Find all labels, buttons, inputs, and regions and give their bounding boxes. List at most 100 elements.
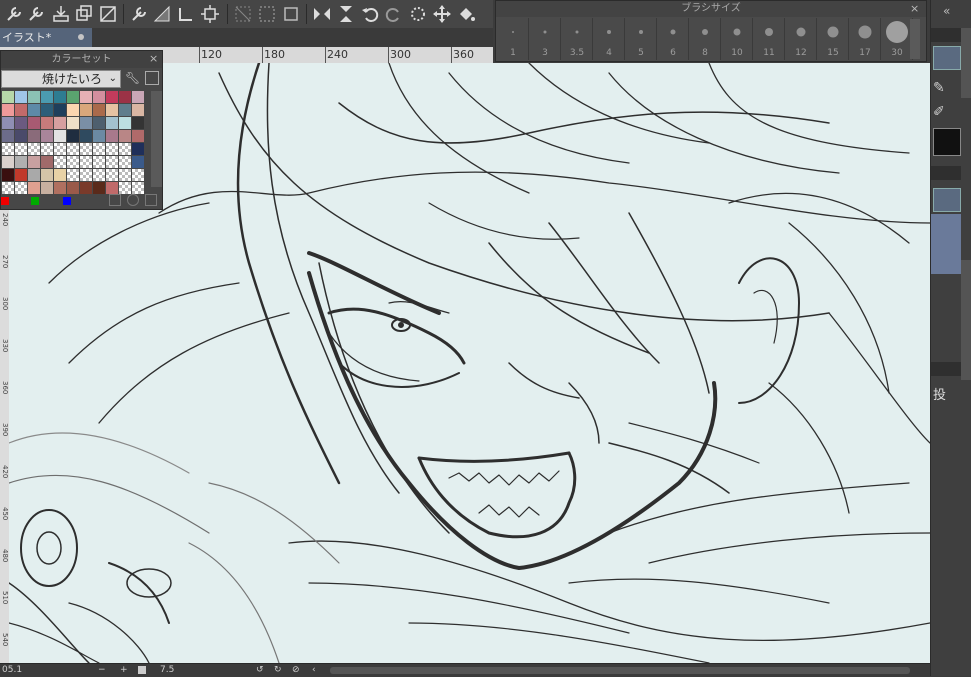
color-dot-blue[interactable] [63, 197, 71, 205]
color-swatch[interactable] [67, 156, 79, 168]
collapse-panel-icon[interactable]: « [943, 4, 959, 18]
color-swatch[interactable] [15, 156, 27, 168]
grid-off-icon[interactable] [233, 4, 253, 24]
color-swatch[interactable] [2, 156, 14, 168]
brush-size-option[interactable]: 10 [722, 18, 753, 60]
color-swatch[interactable] [28, 130, 40, 142]
color-swatch[interactable] [41, 143, 53, 155]
color-swatch[interactable] [132, 156, 144, 168]
color-swatch[interactable] [41, 104, 53, 116]
color-swatch[interactable] [67, 91, 79, 103]
color-swatch[interactable] [28, 169, 40, 181]
fill-bucket-icon[interactable] [456, 4, 476, 24]
crop-icon[interactable] [200, 4, 220, 24]
color-swatch[interactable] [119, 169, 131, 181]
color-swatch[interactable] [2, 104, 14, 116]
color-swatch[interactable] [119, 91, 131, 103]
color-swatch[interactable] [28, 182, 40, 194]
trash-icon[interactable] [145, 194, 157, 206]
color-swatch[interactable] [28, 117, 40, 129]
color-swatch[interactable] [80, 91, 92, 103]
brush-size-option[interactable]: 3 [530, 18, 561, 60]
close-icon[interactable]: × [910, 3, 922, 15]
color-swatch[interactable] [80, 143, 92, 155]
dock-scrollbar[interactable] [961, 260, 971, 380]
color-swatch[interactable] [93, 130, 105, 142]
dock-tab[interactable] [931, 166, 961, 180]
color-swatch[interactable] [106, 91, 118, 103]
color-swatch[interactable] [93, 104, 105, 116]
color-swatch[interactable] [28, 91, 40, 103]
color-swatch[interactable] [93, 143, 105, 155]
color-swatch[interactable] [132, 104, 144, 116]
redo-icon[interactable] [384, 4, 404, 24]
flip-vertical-icon[interactable] [336, 4, 356, 24]
scroll-left-icon[interactable]: ‹ [312, 664, 316, 677]
color-swatch[interactable] [67, 130, 79, 142]
color-swatch[interactable] [119, 156, 131, 168]
color-swatch[interactable] [67, 182, 79, 194]
close-tab-icon[interactable] [78, 34, 84, 40]
color-swatch[interactable] [132, 169, 144, 181]
document-tab[interactable]: イラスト* [0, 28, 92, 47]
color-set-dropdown[interactable]: 焼けたいろ ⌄ [1, 70, 121, 88]
brush-size-option[interactable]: 17 [850, 18, 881, 60]
color-swatch[interactable] [80, 104, 92, 116]
layer-copy-icon[interactable] [74, 4, 94, 24]
color-swatch[interactable] [67, 169, 79, 181]
color-swatch[interactable] [54, 104, 66, 116]
brush-size-option[interactable]: 12 [786, 18, 817, 60]
color-swatch[interactable] [41, 156, 53, 168]
color-swatch[interactable] [106, 156, 118, 168]
wrench-icon[interactable] [4, 4, 24, 24]
ruler-icon[interactable] [152, 4, 172, 24]
brush-size-option[interactable]: 5 [626, 18, 657, 60]
fit-view-icon[interactable] [138, 666, 146, 674]
color-swatch[interactable] [41, 130, 53, 142]
zoom-in-button[interactable]: + [120, 664, 128, 677]
color-swatch[interactable] [41, 169, 53, 181]
color-swatch[interactable] [80, 182, 92, 194]
color-swatch[interactable] [93, 117, 105, 129]
rotate-left-icon[interactable]: ↺ [256, 664, 264, 677]
brush-panel-scrollbar[interactable] [910, 19, 920, 59]
brush-size-option[interactable]: 15 [818, 18, 849, 60]
tool-settings-icon[interactable] [27, 4, 47, 24]
eyedropper-icon[interactable] [127, 194, 139, 206]
tool-button[interactable] [933, 188, 961, 212]
color-swatch[interactable] [28, 143, 40, 155]
color-swatch[interactable] [41, 117, 53, 129]
color-swatch[interactable] [132, 143, 144, 155]
export-icon[interactable] [51, 4, 71, 24]
selected-tool-panel[interactable] [931, 214, 961, 274]
color-swatch[interactable] [2, 182, 14, 194]
corner-icon[interactable] [176, 4, 196, 24]
color-swatch[interactable] [93, 182, 105, 194]
move-icon[interactable] [432, 4, 452, 24]
color-swatch[interactable] [119, 182, 131, 194]
color-swatch[interactable] [2, 143, 14, 155]
color-dot-green[interactable] [31, 197, 39, 205]
color-swatch[interactable] [15, 169, 27, 181]
color-swatch[interactable] [54, 117, 66, 129]
pen-icon[interactable]: ✎ [933, 80, 959, 102]
color-swatch[interactable] [80, 117, 92, 129]
brush-size-option[interactable]: 6 [658, 18, 689, 60]
color-swatch[interactable] [119, 104, 131, 116]
wrench-icon[interactable] [129, 4, 149, 24]
add-swatch-icon[interactable] [109, 194, 121, 206]
color-swatch[interactable] [2, 117, 14, 129]
square-icon[interactable] [281, 4, 301, 24]
flip-horizontal-icon[interactable] [312, 4, 332, 24]
close-icon[interactable]: × [149, 53, 161, 65]
color-swatch[interactable] [106, 130, 118, 142]
color-swatch[interactable] [93, 91, 105, 103]
color-swatch[interactable] [93, 156, 105, 168]
color-swatch[interactable] [93, 169, 105, 181]
color-swatch[interactable] [132, 117, 144, 129]
color-swatch[interactable] [15, 104, 27, 116]
undo-icon[interactable] [360, 4, 380, 24]
loading-icon[interactable] [408, 4, 428, 24]
import-icon[interactable] [145, 71, 159, 85]
horizontal-scrollbar[interactable] [330, 667, 910, 674]
